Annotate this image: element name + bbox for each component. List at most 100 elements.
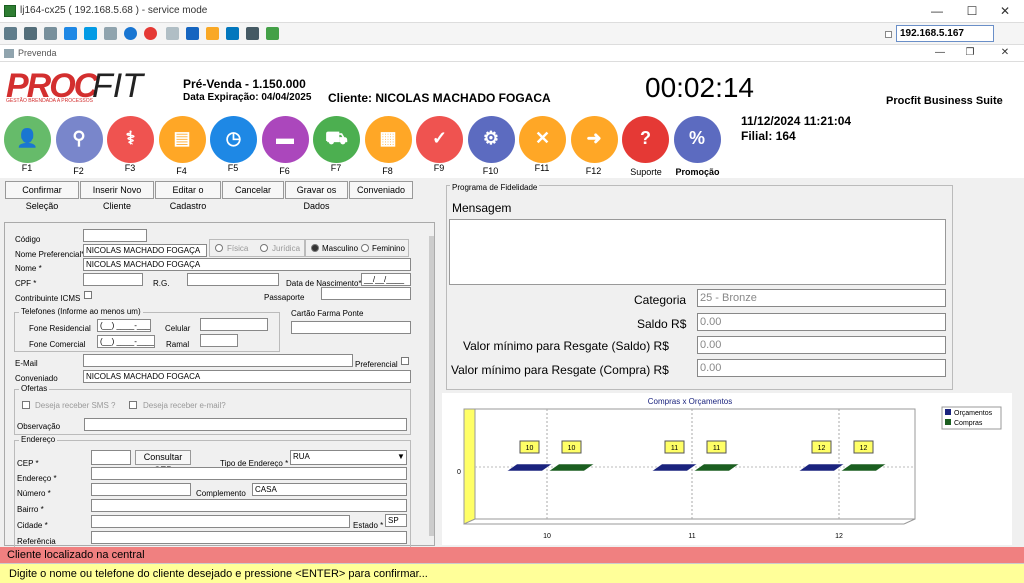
juridica-radio[interactable]	[260, 244, 268, 252]
prevenda-icon	[4, 49, 14, 58]
min-saldo-field: 0.00	[697, 336, 946, 354]
cartao-field[interactable]	[291, 321, 411, 334]
subwindow-titlebar: Prevenda — ❐ ✕	[0, 45, 1024, 62]
chart-x-tick: 10	[543, 533, 551, 540]
chart-x-tick: 11	[688, 533, 695, 540]
cidade-field[interactable]	[91, 515, 350, 528]
card-icon: ▦	[379, 128, 397, 148]
discount-icon: %	[688, 128, 705, 148]
clock-icon: ◷	[225, 128, 242, 148]
fisica-radio[interactable]	[215, 244, 223, 252]
numero-label: Número *	[17, 489, 51, 498]
stop-icon[interactable]	[144, 27, 157, 40]
help-key-button[interactable]: ?	[622, 116, 669, 163]
fone-com-field[interactable]: (__) ____-____	[97, 335, 155, 348]
gears-icon: ⚙	[482, 128, 500, 148]
masculino-radio[interactable]	[311, 244, 319, 252]
nasc-field[interactable]: __/__/____	[361, 273, 411, 286]
clock-key-button[interactable]: ◷	[210, 116, 257, 163]
chat-icon[interactable]	[266, 27, 279, 40]
conveniado-button[interactable]: Conveniado	[349, 181, 413, 199]
passaporte-field[interactable]	[321, 287, 411, 300]
email-offer-checkbox[interactable]	[129, 401, 137, 409]
min-compra-label: Valor mínimo para Resgate (Compra) R$	[451, 363, 669, 377]
remote-icon[interactable]	[4, 27, 17, 40]
ramal-label: Ramal	[166, 340, 190, 349]
juridica-label: Jurídica	[272, 244, 301, 253]
fone-res-field[interactable]: (__) ____-____	[97, 319, 151, 332]
nome-pref-field[interactable]: NICOLAS MACHADO FOGAÇA	[83, 244, 207, 257]
users-key-button[interactable]: 👤	[4, 116, 51, 163]
network-icon[interactable]	[246, 27, 259, 40]
help-icon: ?	[640, 128, 651, 148]
cancel-button[interactable]: Cancelar	[222, 181, 284, 199]
tools-icon[interactable]	[24, 27, 37, 40]
document-icon[interactable]	[104, 27, 117, 40]
edit-client-button[interactable]: Editar o Cadastro	[155, 181, 221, 211]
id-card-key-button[interactable]: ▤	[158, 116, 206, 163]
bairro-field[interactable]	[91, 499, 407, 512]
chevron-down-icon[interactable]: ▼	[397, 452, 405, 461]
ip-input[interactable]: 192.168.5.167	[896, 25, 994, 42]
save-button[interactable]: Gravar os Dados	[285, 181, 348, 211]
person-type-group: Física Jurídica	[209, 239, 305, 257]
estado-field[interactable]: SP	[385, 514, 407, 527]
info-icon[interactable]	[124, 27, 137, 40]
email-field[interactable]	[83, 354, 353, 367]
form-scrollbar[interactable]	[429, 236, 434, 536]
chart-title: Compras x Orçamentos	[648, 397, 732, 406]
insert-client-button[interactable]: Inserir Novo Cliente	[80, 181, 154, 211]
feminino-radio[interactable]	[361, 244, 369, 252]
rg-field[interactable]	[187, 273, 279, 286]
celular-field[interactable]	[200, 318, 268, 331]
obs-field[interactable]	[84, 418, 407, 431]
endereco-field[interactable]	[91, 467, 407, 480]
windows-icon[interactable]	[84, 27, 97, 40]
search-key-button[interactable]: ⚲	[55, 116, 103, 163]
ramal-field[interactable]	[200, 334, 238, 347]
truck-key-button[interactable]: ▬	[261, 116, 309, 163]
ip-checkbox[interactable]	[885, 31, 892, 38]
sub-minimize-button[interactable]: —	[925, 44, 955, 62]
preferencial-checkbox[interactable]	[401, 357, 409, 365]
maximize-button[interactable]: ☐	[957, 2, 987, 20]
icms-checkbox[interactable]	[84, 291, 92, 299]
confirm-selection-button[interactable]: Confirmar Seleção	[5, 181, 79, 211]
codigo-field[interactable]	[83, 229, 147, 242]
sms-checkbox[interactable]	[22, 401, 30, 409]
file-delete-icon[interactable]	[166, 27, 179, 40]
arrow-key-button[interactable]: ➜	[570, 116, 618, 163]
minimize-button[interactable]: —	[922, 2, 952, 20]
numero-field[interactable]	[91, 483, 191, 496]
refresh-icon[interactable]	[64, 27, 77, 40]
referencia-field[interactable]	[91, 531, 407, 544]
gender-group: Masculino Feminino	[305, 239, 409, 257]
folder-icon[interactable]	[206, 27, 219, 40]
complemento-field[interactable]: CASA	[252, 483, 407, 496]
fkey-label: F4	[176, 166, 187, 176]
discount-key-button[interactable]: %	[673, 116, 721, 163]
cpf-field[interactable]	[83, 273, 143, 286]
consultar-cep-button[interactable]: Consultar CEP	[135, 450, 191, 475]
estado-label: Estado *	[353, 521, 384, 530]
fisica-label: Física	[227, 244, 249, 253]
monitor-icon[interactable]	[186, 27, 199, 40]
remote-toolbar	[0, 23, 1024, 45]
cep-field[interactable]	[91, 450, 131, 465]
conveniado-field[interactable]: NICOLAS MACHADO FOGACA	[83, 370, 411, 383]
card-key-button[interactable]: ▦	[364, 116, 412, 163]
gear-icon[interactable]	[44, 27, 57, 40]
tipo-end-select[interactable]: RUA	[290, 450, 407, 465]
nome-field[interactable]: NICOLAS MACHADO FOGAÇA	[83, 258, 411, 271]
cart-key-button[interactable]: ⛟	[313, 116, 360, 163]
cancel-key-button[interactable]: ✕	[519, 116, 566, 163]
camera-icon[interactable]	[226, 27, 239, 40]
check-key-button[interactable]: ✓	[416, 116, 463, 163]
medical-key-button[interactable]: ⚕	[107, 116, 154, 163]
gears-key-button[interactable]: ⚙	[467, 116, 515, 163]
sub-restore-button[interactable]: ❐	[955, 44, 985, 62]
passaporte-label: Passaporte	[264, 293, 305, 302]
sub-close-button[interactable]: ✕	[990, 44, 1020, 62]
close-button[interactable]: ✕	[990, 2, 1020, 20]
fkey-label: F5	[227, 163, 239, 173]
